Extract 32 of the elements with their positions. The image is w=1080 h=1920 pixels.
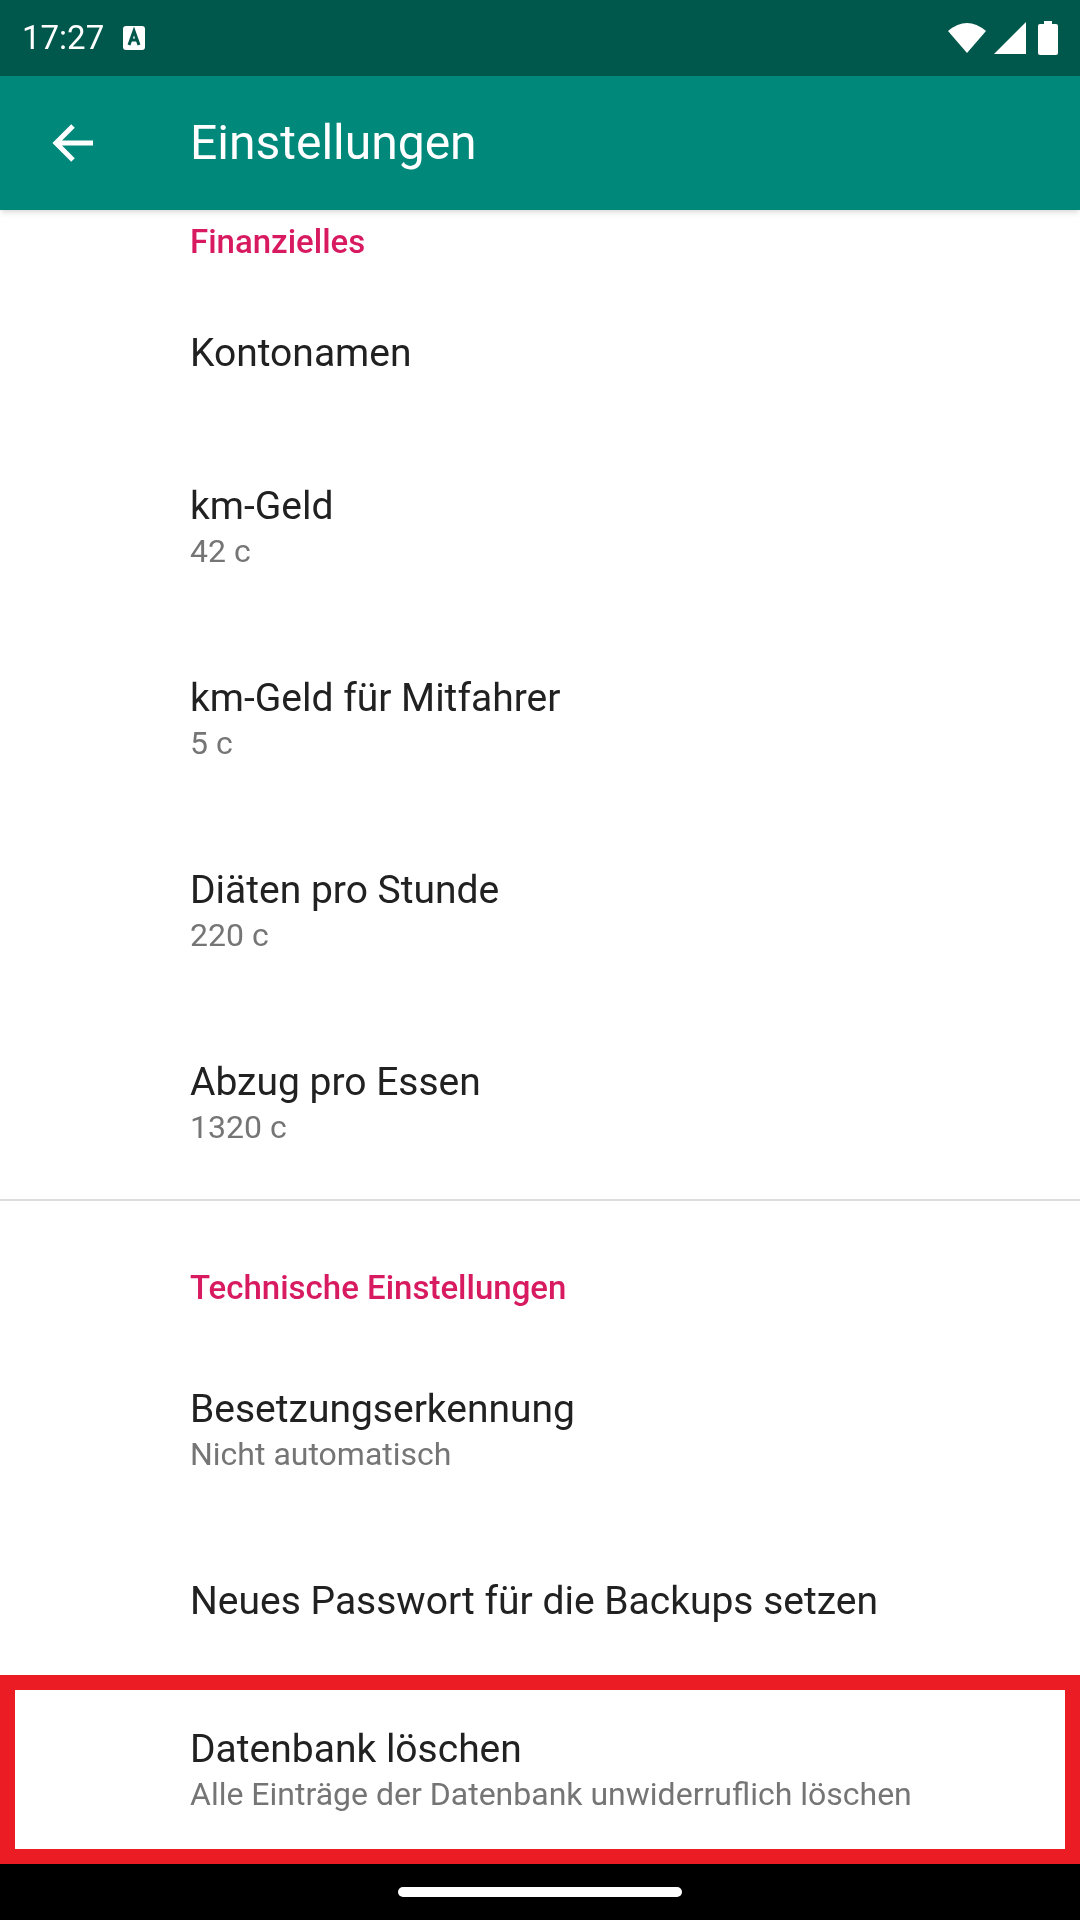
preference-summary: Alle Einträge der Datenbank unwiderruflich löschen bbox=[190, 1773, 913, 1815]
preference-item[interactable]: Diäten pro Stunde 220 c bbox=[0, 815, 1080, 1007]
preference-item[interactable]: km-Geld 42 c bbox=[0, 431, 1080, 623]
battery-icon bbox=[1038, 21, 1058, 55]
home-handle[interactable] bbox=[398, 1887, 682, 1897]
preference-title: Neues Passwort für die Backups setzen bbox=[190, 1576, 879, 1625]
preference-item[interactable]: km-Geld für Mitfahrer 5 c bbox=[0, 623, 1080, 815]
preference-summary: 1320 c bbox=[190, 1107, 288, 1148]
screen-title: Einstellungen bbox=[190, 113, 477, 173]
wifi-icon bbox=[948, 23, 986, 53]
preference-title: km-Geld für Mitfahrer bbox=[190, 674, 562, 722]
clock: 17:27 bbox=[22, 17, 105, 60]
signal-icon bbox=[994, 22, 1026, 54]
preference-item[interactable]: Neues Passwort für die Backups setzen bbox=[0, 1526, 1080, 1675]
preference-item[interactable]: Datenbank löschen Alle Einträge der Datenbank unwiderruflich löschen bbox=[0, 1675, 1080, 1864]
preference-title: km-Geld bbox=[190, 482, 335, 530]
preference-title: Datenbank löschen bbox=[190, 1724, 523, 1773]
notification-icon bbox=[122, 25, 147, 51]
preference-summary: 5 c bbox=[190, 723, 234, 764]
preference-summary: Nicht automatisch bbox=[190, 1434, 453, 1475]
preference-summary: 42 c bbox=[190, 531, 252, 572]
preference-title: Abzug pro Essen bbox=[190, 1058, 482, 1106]
preference-title: Diäten pro Stunde bbox=[190, 866, 501, 914]
section-header: Finanzielles bbox=[190, 223, 366, 261]
section-header: Technische Einstellungen bbox=[190, 1268, 567, 1307]
back-arrow-icon bbox=[51, 123, 95, 163]
preference-item[interactable]: Abzug pro Essen 1320 c bbox=[0, 1007, 1080, 1199]
preference-summary: 220 c bbox=[190, 915, 270, 956]
preference-item[interactable]: Kontonamen bbox=[0, 274, 1080, 431]
preference-title: Besetzungserkennung bbox=[190, 1385, 576, 1433]
preference-title: Kontonamen bbox=[190, 328, 413, 377]
preference-item[interactable]: Besetzungserkennung Nicht automatisch bbox=[0, 1334, 1080, 1526]
